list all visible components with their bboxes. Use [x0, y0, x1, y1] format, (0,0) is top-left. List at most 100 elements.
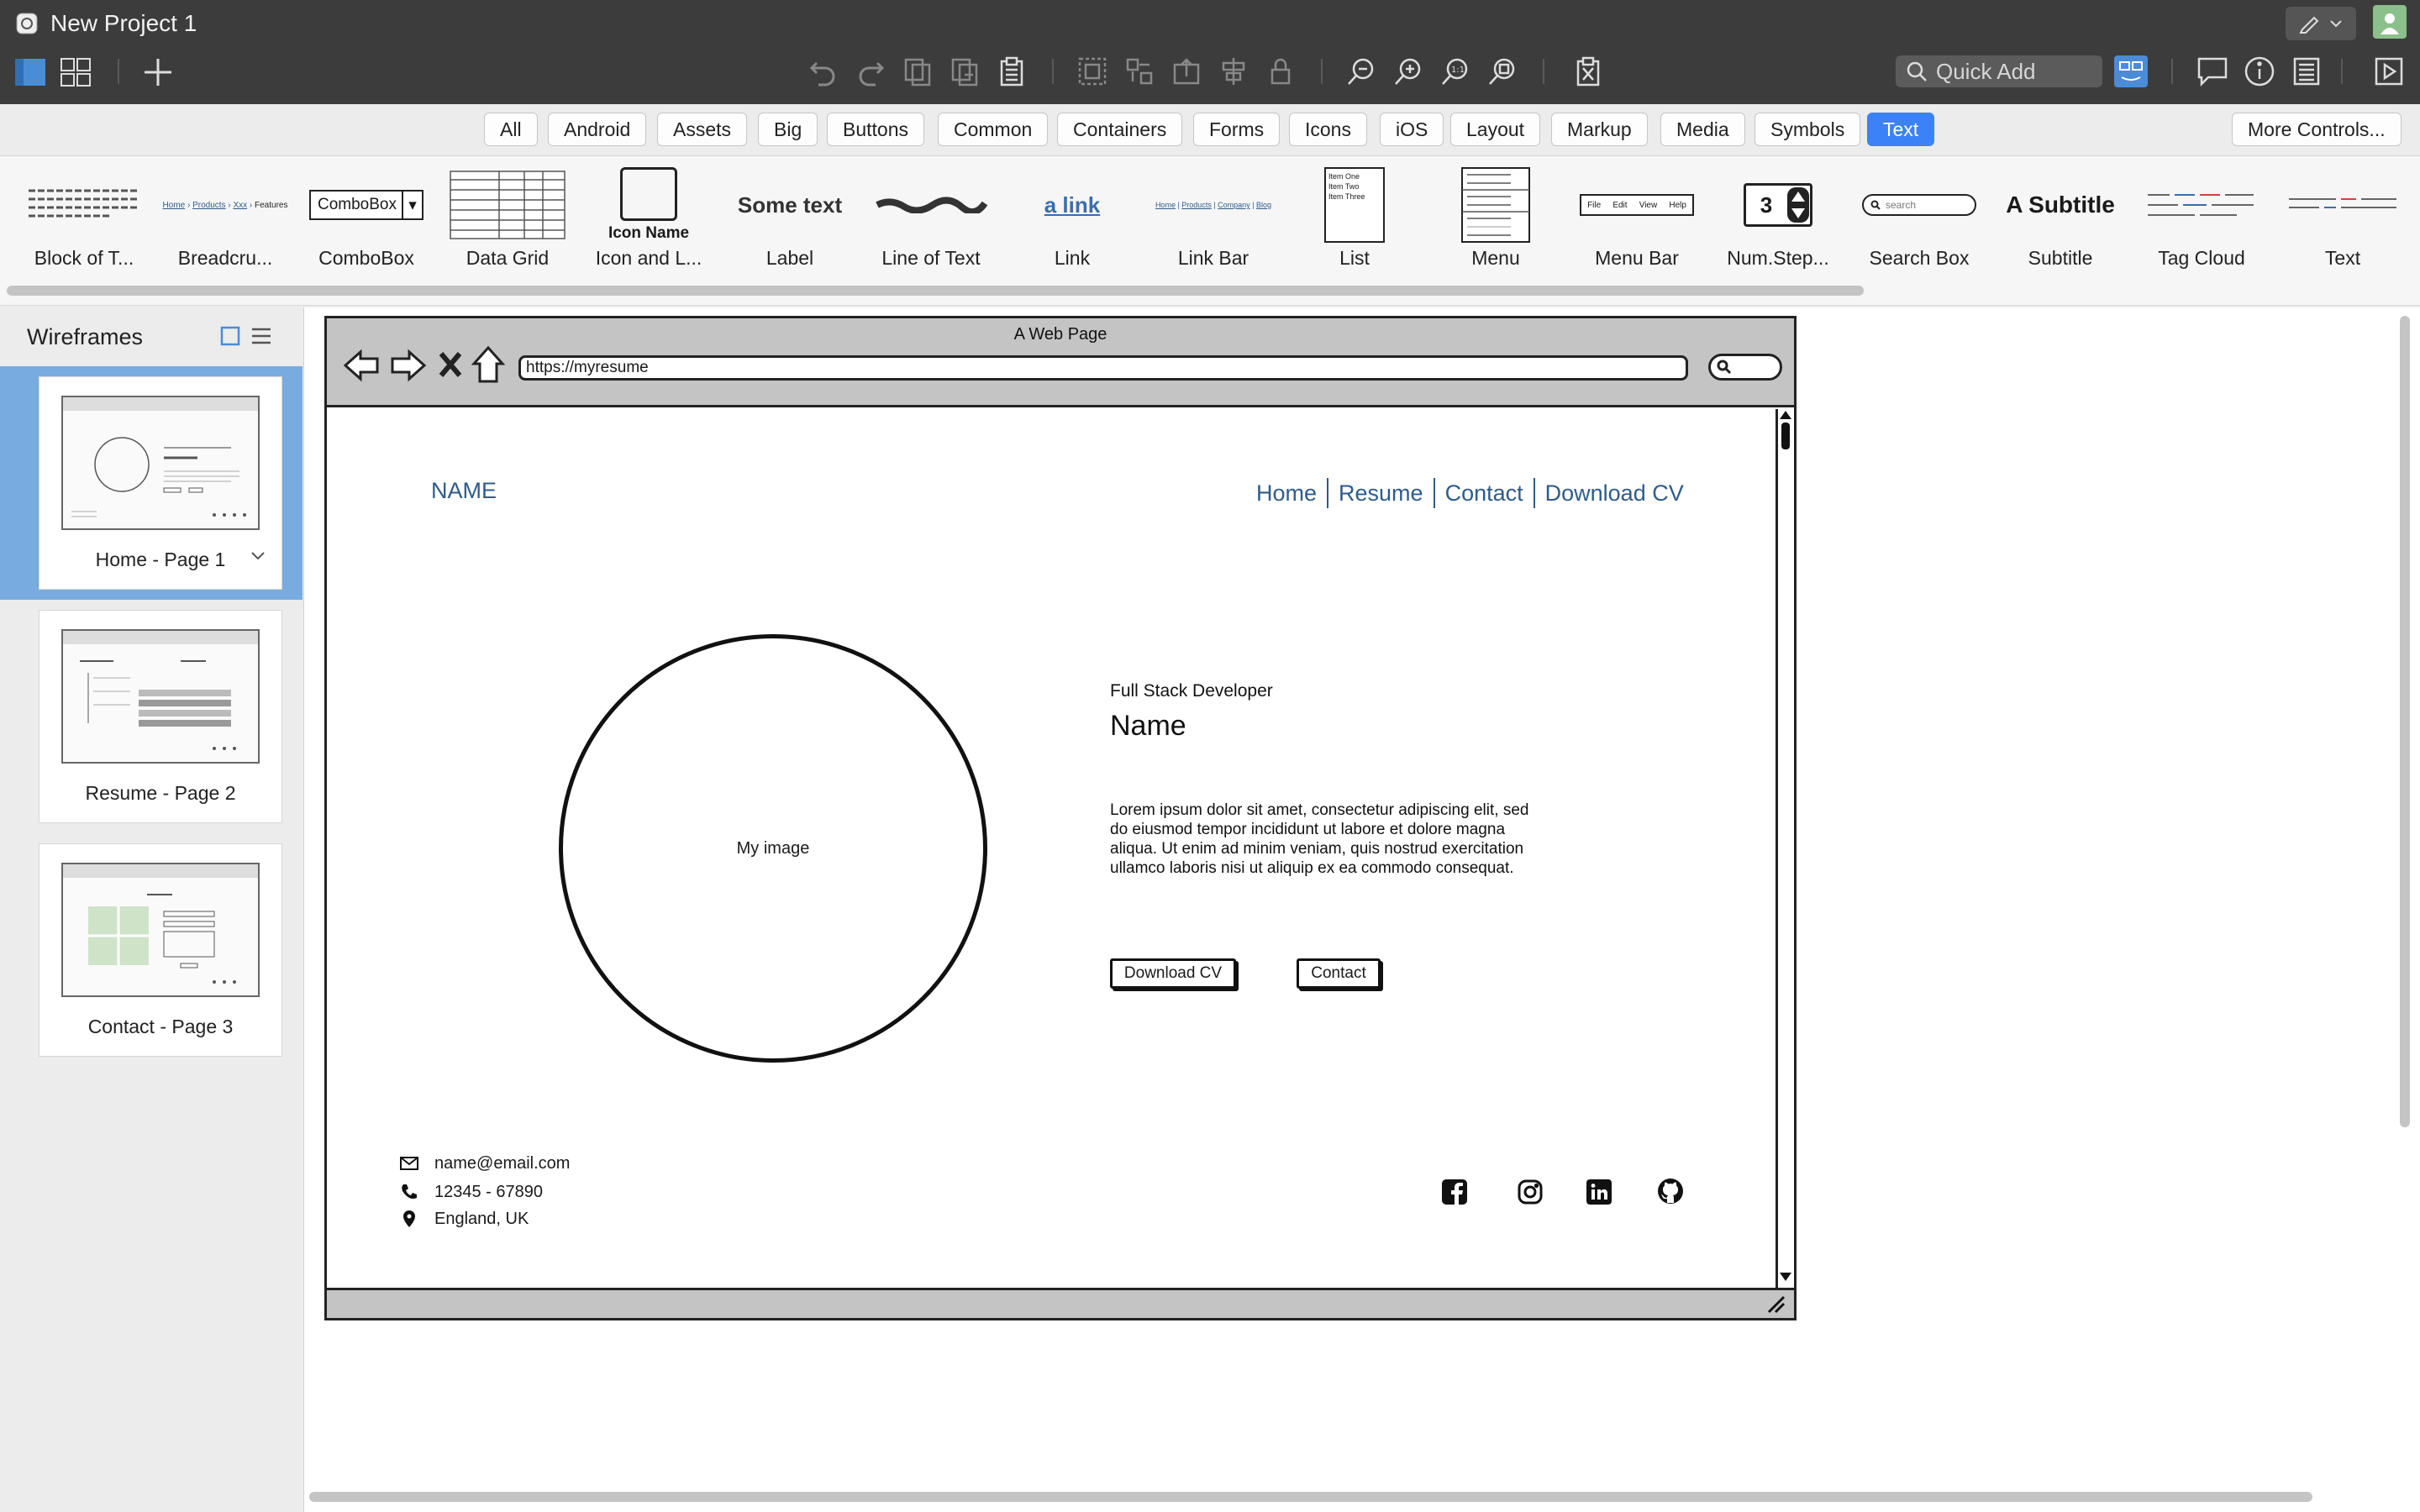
edit-mode-dropdown[interactable] [2286, 7, 2356, 40]
lib-label: Tag Cloud [2158, 247, 2245, 269]
menubar-view: View [1639, 200, 1658, 210]
lib-label: Subtitle [2028, 247, 2093, 269]
align-icon[interactable] [1217, 54, 1250, 89]
properties-icon[interactable] [2289, 54, 2324, 89]
browser-scrollbar[interactable] [1776, 409, 1794, 1288]
nav-home[interactable]: Home [1256, 480, 1317, 507]
lib-num-stepper[interactable]: 3 Num.Step... [1707, 156, 1849, 282]
title-toolbar: New Project 1 1:1 Quick Add [0, 0, 2420, 104]
canvas-vertical-scrollbar[interactable] [2400, 316, 2410, 1127]
github-icon[interactable] [1656, 1177, 1685, 1205]
nav-resume[interactable]: Resume [1339, 480, 1423, 507]
lib-tag-cloud[interactable]: Tag Cloud [2131, 156, 2272, 282]
paste-icon[interactable] [995, 54, 1028, 89]
filter-markup[interactable]: Markup [1551, 113, 1648, 146]
filter-all[interactable]: All [484, 113, 538, 146]
actual-size-icon[interactable]: 1:1 [1439, 54, 1472, 89]
resize-grip-icon[interactable] [1765, 1294, 1786, 1314]
group-icon[interactable] [1076, 54, 1109, 89]
add-icon[interactable] [139, 55, 176, 89]
lib-subtitle[interactable]: A Subtitle Subtitle [1990, 156, 2131, 282]
lib-link-bar[interactable]: Home | Products | Company | Blog Link Ba… [1143, 156, 1284, 282]
quick-add-input[interactable]: Quick Add [1896, 55, 2102, 87]
page-card-resume[interactable]: Resume - Page 2 [39, 610, 282, 823]
redo-icon[interactable] [854, 54, 887, 89]
zoom-in-icon[interactable] [1392, 54, 1425, 89]
browser-search-field[interactable] [1708, 354, 1782, 381]
link-thumb: a link [1044, 192, 1101, 218]
bring-forward-icon[interactable] [1170, 54, 1203, 89]
filter-ios[interactable]: iOS [1380, 113, 1444, 146]
filter-text[interactable]: Text [1867, 113, 1935, 146]
lib-label: Link Bar [1177, 247, 1249, 269]
contact-button[interactable]: Contact [1297, 958, 1381, 989]
more-controls-button[interactable]: More Controls... [2232, 113, 2402, 146]
lib-menu[interactable]: Menu [1425, 156, 1566, 282]
lib-breadcrumbs[interactable]: Home › Products › Xxx › Features Breadcr… [155, 156, 296, 282]
forward-arrow-icon[interactable] [389, 347, 428, 384]
lib-icon-and-label[interactable]: Icon Name Icon and L... [578, 156, 719, 282]
search-icon [1870, 200, 1881, 210]
lib-menu-bar[interactable]: File Edit View Help Menu Bar [1566, 156, 1707, 282]
profile-image-placeholder: My image [559, 634, 987, 1063]
filter-assets[interactable]: Assets [657, 113, 748, 146]
present-icon[interactable] [2371, 54, 2407, 89]
lib-text[interactable]: Text [2272, 156, 2413, 282]
filter-media[interactable]: Media [1660, 113, 1745, 146]
chevron-down-icon[interactable] [250, 550, 266, 562]
lib-data-grid[interactable]: Data Grid [437, 156, 578, 282]
thumbnail-view-icon[interactable] [220, 326, 240, 346]
user-avatar[interactable] [2373, 5, 2407, 39]
ui-library-icon[interactable] [2114, 55, 2148, 87]
grid-view-icon[interactable] [57, 55, 94, 89]
list-view-icon[interactable] [250, 326, 272, 346]
nav-download-cv[interactable]: Download CV [1545, 480, 1684, 507]
lib-list[interactable]: Item One Item Two Item Three List [1284, 156, 1425, 282]
filter-icons[interactable]: Icons [1289, 113, 1367, 146]
filter-containers[interactable]: Containers [1057, 113, 1183, 146]
zoom-out-icon[interactable] [1344, 54, 1378, 89]
info-icon[interactable] [2242, 54, 2277, 89]
lock-icon[interactable] [1264, 54, 1297, 89]
page-card-contact[interactable]: Contact - Page 3 [39, 843, 282, 1057]
single-view-icon[interactable] [12, 55, 49, 89]
linkedin-icon[interactable] [1586, 1179, 1612, 1205]
facebook-icon[interactable] [1441, 1179, 1468, 1205]
instagram-icon[interactable] [1517, 1179, 1544, 1205]
download-cv-button[interactable]: Download CV [1110, 958, 1236, 989]
filter-common[interactable]: Common [938, 113, 1049, 146]
lib-label: Text [2324, 247, 2361, 269]
lib-label-control[interactable]: Some text Label [719, 156, 860, 282]
filter-big[interactable]: Big [758, 113, 818, 146]
role-title: Full Stack Developer [1110, 681, 1273, 701]
filter-symbols[interactable]: Symbols [1754, 113, 1861, 146]
filter-layout[interactable]: Layout [1450, 113, 1541, 146]
comment-icon[interactable] [2195, 54, 2230, 89]
stop-icon[interactable] [438, 350, 463, 379]
undo-icon[interactable] [807, 54, 840, 89]
delete-icon[interactable] [1571, 54, 1605, 89]
scroll-arrows-icon [1780, 411, 1791, 1281]
zoom-fit-icon[interactable] [1486, 54, 1519, 89]
browser-window-mockup[interactable]: A Web Page https://myresume NAME Home Re… [324, 316, 1797, 1320]
page-card-home[interactable]: Home - Page 1 [39, 376, 282, 590]
lib-link[interactable]: a link Link [1002, 156, 1143, 282]
filter-forms[interactable]: Forms [1193, 113, 1281, 146]
copy-icon[interactable] [901, 54, 934, 89]
lib-block-of-text[interactable]: Block of T... [13, 156, 155, 282]
canvas-horizontal-scrollbar[interactable] [309, 1492, 2312, 1502]
ungroup-icon[interactable] [1123, 54, 1156, 89]
filter-buttons[interactable]: Buttons [827, 113, 924, 146]
filter-android[interactable]: Android [548, 113, 647, 146]
lib-combobox[interactable]: ComboBox ▾ ComboBox [296, 156, 437, 282]
library-scrollbar[interactable] [7, 286, 1864, 296]
nav-contact[interactable]: Contact [1445, 480, 1523, 507]
url-bar[interactable]: https://myresume [518, 355, 1688, 381]
home-icon[interactable] [471, 345, 505, 384]
duplicate-icon[interactable] [948, 54, 981, 89]
lib-label: ComboBox [318, 247, 414, 269]
lib-line-of-text[interactable]: Line of Text [860, 156, 1002, 282]
back-arrow-icon[interactable] [342, 347, 381, 384]
brand-name[interactable]: NAME [431, 478, 497, 504]
lib-search-box[interactable]: search Search Box [1849, 156, 1990, 282]
